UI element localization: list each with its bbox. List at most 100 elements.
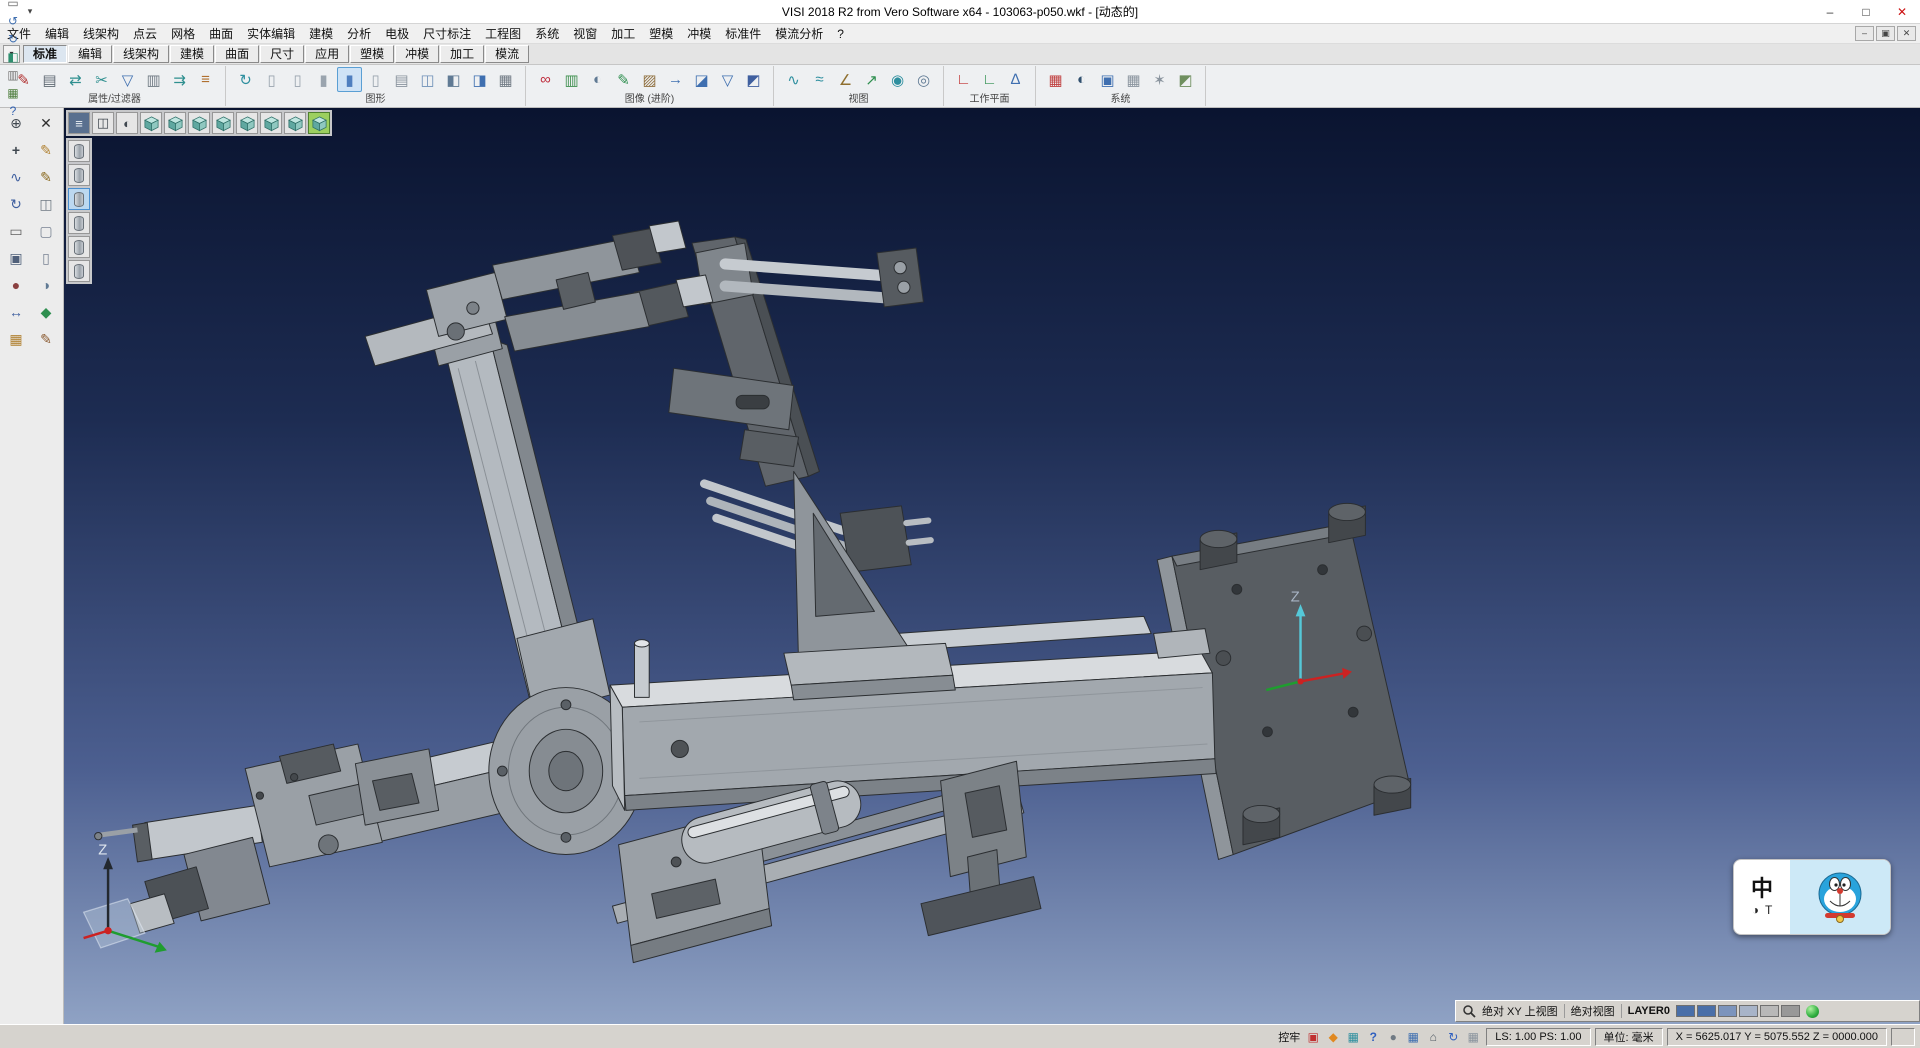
- view-normal-icon[interactable]: ↗: [859, 67, 884, 92]
- viewport-canvas[interactable]: Z Z ≡◫◐: [64, 108, 1920, 1024]
- curve-icon[interactable]: ∿: [3, 165, 30, 189]
- solid-box-blue-icon[interactable]: ◨: [467, 67, 492, 92]
- menu-electrode[interactable]: 电极: [378, 27, 416, 41]
- match-properties-icon[interactable]: ≡: [193, 67, 218, 92]
- shaded-edges-display-icon[interactable]: ▮: [337, 67, 362, 92]
- sketch-icon[interactable]: ✎: [33, 165, 60, 189]
- section-icon[interactable]: ◪: [689, 67, 714, 92]
- tab-wireframe[interactable]: 线架构: [113, 45, 169, 63]
- filter-point-icon[interactable]: [68, 260, 90, 282]
- menu-solid-edit[interactable]: 实体编辑: [240, 27, 302, 41]
- plane-grid-icon[interactable]: ◩: [1173, 67, 1198, 92]
- menu-window[interactable]: 视窗: [566, 27, 604, 41]
- units-indicator[interactable]: 单位: 毫米: [1595, 1028, 1663, 1046]
- menu-die[interactable]: 冲模: [680, 27, 718, 41]
- view-right-icon[interactable]: [236, 112, 258, 134]
- globe-icon[interactable]: ◐: [1069, 67, 1094, 92]
- transparent-display-icon[interactable]: ▯: [363, 67, 388, 92]
- palette-icon[interactable]: ▦: [1344, 1028, 1362, 1046]
- menu-machining[interactable]: 加工: [604, 27, 642, 41]
- menu-drafting[interactable]: 工程图: [478, 27, 528, 41]
- color-palette-icon[interactable]: ▦: [1043, 67, 1068, 92]
- rotate-icon[interactable]: ↻: [3, 192, 30, 216]
- layer-manager-icon[interactable]: ≡: [68, 112, 90, 134]
- measure-icon[interactable]: ∠: [833, 67, 858, 92]
- quick-access-dropdown[interactable]: ▾: [23, 6, 37, 17]
- data-table-icon[interactable]: ▦: [1121, 67, 1146, 92]
- tab-machining[interactable]: 加工: [440, 45, 484, 63]
- solid-box-icon[interactable]: ◧: [441, 67, 466, 92]
- menu-wireframe[interactable]: 线架构: [76, 27, 126, 41]
- view-mode-label[interactable]: 绝对 XY 上视图: [1482, 1003, 1558, 1019]
- view-isometric-icon[interactable]: [140, 112, 162, 134]
- absolute-view-label[interactable]: 绝对视图: [1571, 1003, 1615, 1019]
- layer-color-segment[interactable]: [1676, 1005, 1695, 1017]
- menu-surface[interactable]: 曲面: [202, 27, 240, 41]
- filter-all-icon[interactable]: [68, 140, 90, 162]
- tab-dimension[interactable]: 尺寸: [260, 45, 304, 63]
- viewport-layout-icon[interactable]: ◫: [92, 112, 114, 134]
- workplane-edit-icon[interactable]: ∟: [977, 67, 1002, 92]
- drafting-sheet-icon[interactable]: ▤: [389, 67, 414, 92]
- filter-icon[interactable]: ▽: [115, 67, 140, 92]
- user-icon[interactable]: ●: [1384, 1028, 1402, 1046]
- apply-view-icon[interactable]: →: [663, 67, 688, 92]
- filter-mesh-icon[interactable]: [68, 236, 90, 258]
- color-bands-icon[interactable]: ▥: [559, 67, 584, 92]
- swap-attributes-icon[interactable]: ⇄: [63, 67, 88, 92]
- dimension-icon[interactable]: ↔: [3, 300, 30, 324]
- calculator-icon[interactable]: ▦: [493, 67, 518, 92]
- layout-icon[interactable]: ▦: [1464, 1028, 1482, 1046]
- cut-attributes-icon[interactable]: ✂: [89, 67, 114, 92]
- current-layer-label[interactable]: LAYER0: [1628, 1005, 1670, 1017]
- sphere-icon[interactable]: ●: [3, 273, 30, 297]
- menu-edit[interactable]: 编辑: [38, 27, 76, 41]
- filter-surface-icon[interactable]: [68, 212, 90, 234]
- layers-icon[interactable]: ▥: [4, 66, 22, 84]
- cad-model[interactable]: Z Z: [64, 108, 1920, 1024]
- close-button[interactable]: ✕: [1884, 0, 1920, 23]
- attribute-list-icon[interactable]: ▤: [37, 67, 62, 92]
- solid-icon[interactable]: ▣: [3, 246, 30, 270]
- undo-icon[interactable]: ↺: [4, 12, 22, 30]
- redo-icon[interactable]: ↻: [4, 30, 22, 48]
- cube-icon[interactable]: ◧: [4, 48, 22, 66]
- filter-wireframe-icon[interactable]: [68, 164, 90, 186]
- cube-render-icon[interactable]: ◩: [741, 67, 766, 92]
- doc-restore-button[interactable]: ▣: [1876, 26, 1895, 41]
- shaded-display-icon[interactable]: ▮: [311, 67, 336, 92]
- copy-attributes-icon[interactable]: ⇉: [167, 67, 192, 92]
- properties-icon[interactable]: ▥: [141, 67, 166, 92]
- render-quality-icon[interactable]: ◐: [585, 67, 610, 92]
- layer-color-segment[interactable]: [1697, 1005, 1716, 1017]
- menu-flow-analysis[interactable]: 模流分析: [768, 27, 830, 41]
- menu-help[interactable]: ?: [830, 27, 851, 41]
- cylinder-icon[interactable]: ▯: [33, 246, 60, 270]
- menu-modeling[interactable]: 建模: [302, 27, 340, 41]
- tab-surface[interactable]: 曲面: [215, 45, 259, 63]
- view-shaded-icon[interactable]: [308, 112, 330, 134]
- tool-icon[interactable]: ◆: [1324, 1028, 1342, 1046]
- menu-mesh[interactable]: 网格: [164, 27, 202, 41]
- record-icon[interactable]: ▣: [1304, 1028, 1322, 1046]
- grid-icon[interactable]: ▦: [4, 84, 22, 102]
- sheet-icon[interactable]: ▢: [33, 219, 60, 243]
- filter-advanced-icon[interactable]: ▽: [715, 67, 740, 92]
- snap-settings-icon[interactable]: ✶: [1147, 67, 1172, 92]
- pick-color-icon[interactable]: ✎: [33, 327, 60, 351]
- filter-solid-icon[interactable]: [68, 188, 90, 210]
- menu-system[interactable]: 系统: [528, 27, 566, 41]
- tab-die[interactable]: 冲模: [395, 45, 439, 63]
- layer-color-segment[interactable]: [1718, 1005, 1737, 1017]
- view-bottom-icon[interactable]: [284, 112, 306, 134]
- tab-modeling[interactable]: 建模: [170, 45, 214, 63]
- menu-mold[interactable]: 塑模: [642, 27, 680, 41]
- display-pair-icon[interactable]: ◫: [415, 67, 440, 92]
- search-icon[interactable]: [1462, 1004, 1476, 1018]
- material-icon[interactable]: ▨: [637, 67, 662, 92]
- help-icon[interactable]: ?: [1364, 1028, 1382, 1046]
- menu-point-cloud[interactable]: 点云: [126, 27, 164, 41]
- render-settings-icon[interactable]: ◐: [116, 112, 138, 134]
- refresh-icon[interactable]: ↻: [1444, 1028, 1462, 1046]
- snap-label[interactable]: 控牢: [1278, 1029, 1300, 1045]
